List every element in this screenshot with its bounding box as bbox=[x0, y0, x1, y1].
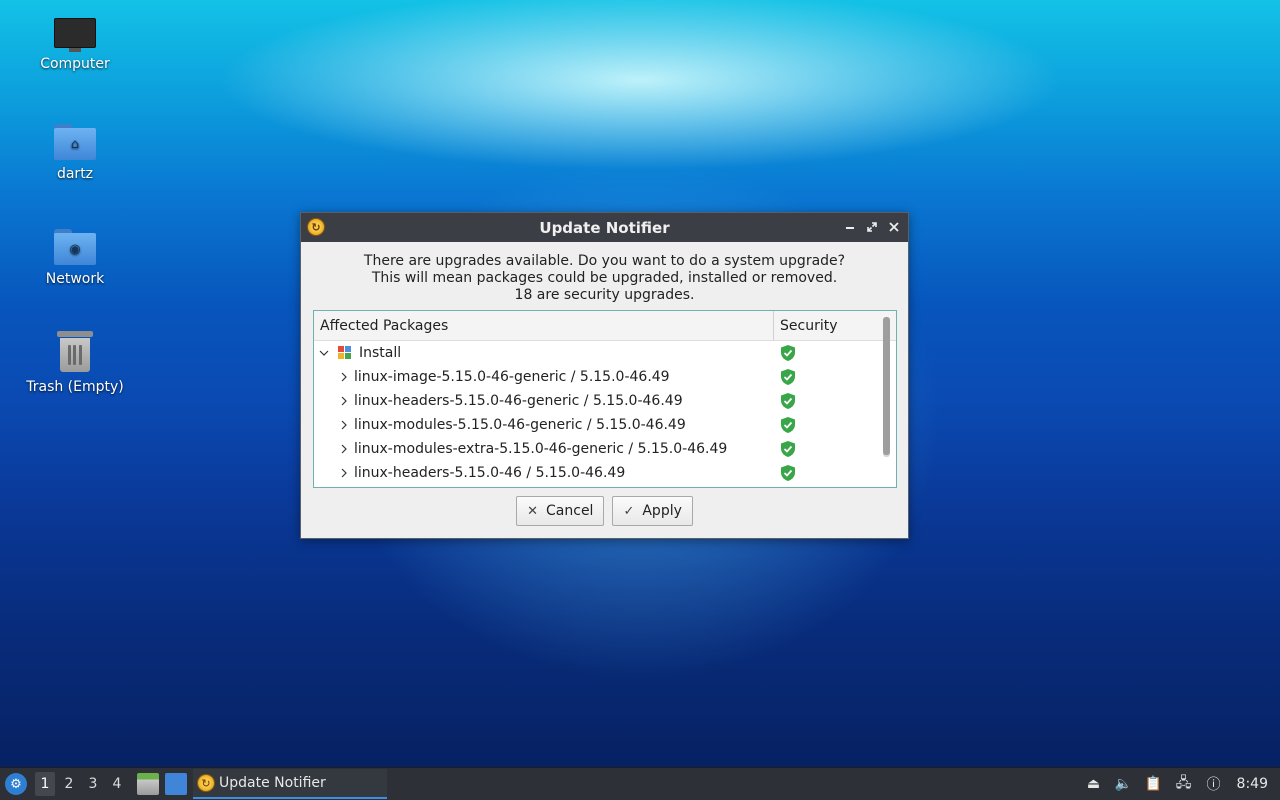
expander-closed-icon[interactable] bbox=[338, 443, 350, 455]
tree-rows: Install linux-image-5.15.0-46-generic / … bbox=[314, 341, 896, 485]
package-separator: / bbox=[521, 465, 536, 481]
file-manager-launcher-icon[interactable] bbox=[137, 773, 159, 795]
package-separator: / bbox=[582, 417, 597, 433]
update-notifier-icon: ↻ bbox=[307, 218, 325, 236]
package-name: linux-modules-5.15.0-46-generic bbox=[354, 417, 583, 433]
workspace-2[interactable]: 2 bbox=[59, 772, 79, 796]
expander-closed-icon[interactable] bbox=[338, 419, 350, 431]
window-titlebar[interactable]: ↻ Update Notifier bbox=[301, 213, 908, 242]
desktop-icon-label: Network bbox=[45, 271, 105, 287]
install-icon bbox=[338, 346, 352, 360]
expander-closed-icon[interactable] bbox=[338, 467, 350, 479]
close-icon bbox=[889, 222, 899, 232]
home-folder-icon: ⌂ bbox=[54, 124, 96, 160]
shield-check-icon bbox=[780, 368, 796, 390]
dialog-buttons: ✕ Cancel ✓ Apply bbox=[301, 496, 908, 526]
update-notifier-dialog: ↻ Update Notifier There are upgrades ava… bbox=[300, 212, 909, 539]
package-version: 5.15.0-46.49 bbox=[592, 393, 683, 409]
eject-icon[interactable]: ⏏ bbox=[1083, 773, 1105, 795]
dialog-message: There are upgrades available. Do you wan… bbox=[301, 242, 908, 304]
update-notification-icon[interactable]: ⓘ bbox=[1203, 773, 1225, 795]
tree-row-package[interactable]: linux-modules-5.15.0-46-generic / 5.15.0… bbox=[314, 413, 896, 437]
group-label: Install bbox=[359, 345, 402, 361]
desktop-icon-label: dartz bbox=[56, 166, 94, 182]
shield-check-icon bbox=[780, 392, 796, 414]
maximize-icon bbox=[867, 222, 877, 232]
package-name: linux-headers-5.15.0-46-generic bbox=[354, 393, 580, 409]
close-button[interactable] bbox=[886, 217, 902, 237]
workspace-4[interactable]: 4 bbox=[107, 772, 127, 796]
start-menu-icon[interactable]: ⚙ bbox=[5, 773, 27, 795]
package-separator: / bbox=[566, 369, 580, 385]
affected-packages-tree[interactable]: Affected Packages Security Install linux… bbox=[313, 310, 897, 488]
cancel-label: Cancel bbox=[546, 503, 594, 519]
expander-open-icon[interactable] bbox=[318, 347, 330, 359]
vertical-scrollbar[interactable] bbox=[883, 317, 890, 457]
package-separator: / bbox=[579, 393, 593, 409]
message-line: This will mean packages could be upgrade… bbox=[371, 270, 838, 286]
shield-check-icon bbox=[780, 416, 796, 438]
desktop: Computer ⌂ dartz ◉ Network Trash (Empty)… bbox=[0, 0, 1280, 800]
cancel-button[interactable]: ✕ Cancel bbox=[516, 496, 605, 526]
tree-row-package[interactable]: linux-image-5.15.0-46-generic / 5.15.0-4… bbox=[314, 365, 896, 389]
desktop-icon-trash[interactable]: Trash (Empty) bbox=[15, 331, 135, 395]
show-desktop-icon[interactable] bbox=[165, 773, 187, 795]
tree-row-package[interactable]: linux-headers-5.15.0-46-generic / 5.15.0… bbox=[314, 389, 896, 413]
package-version: 5.15.0-46.49 bbox=[637, 441, 728, 457]
minimize-button[interactable] bbox=[842, 217, 858, 237]
clock[interactable]: 8:49 bbox=[1237, 776, 1268, 792]
update-notifier-icon: ↻ bbox=[197, 774, 215, 792]
tree-row-install[interactable]: Install bbox=[314, 341, 896, 365]
clipboard-icon[interactable]: 📋 bbox=[1143, 773, 1165, 795]
desktop-icon-computer[interactable]: Computer bbox=[15, 18, 135, 72]
maximize-button[interactable] bbox=[864, 217, 880, 237]
task-label: Update Notifier bbox=[219, 775, 326, 791]
desktop-icon-label: Computer bbox=[40, 56, 110, 72]
tree-header: Affected Packages Security bbox=[314, 311, 896, 341]
desktop-icon-label: Trash (Empty) bbox=[26, 379, 124, 395]
apply-label: Apply bbox=[642, 503, 682, 519]
package-name: linux-modules-extra-5.15.0-46-generic bbox=[354, 441, 624, 457]
package-version: 5.15.0-46.49 bbox=[596, 417, 686, 433]
taskbar-task-update-notifier[interactable]: ↻ Update Notifier bbox=[193, 769, 387, 799]
shield-check-icon bbox=[780, 464, 796, 486]
workspace-3[interactable]: 3 bbox=[83, 772, 103, 796]
column-header-affected-packages[interactable]: Affected Packages bbox=[314, 311, 774, 340]
package-separator: / bbox=[623, 441, 638, 457]
apply-button[interactable]: ✓ Apply bbox=[612, 496, 693, 526]
computer-icon bbox=[54, 18, 96, 52]
scrollbar-thumb[interactable] bbox=[883, 317, 890, 455]
network-folder-icon: ◉ bbox=[54, 229, 96, 265]
desktop-icon-dartz[interactable]: ⌂ dartz bbox=[15, 124, 135, 182]
message-line: There are upgrades available. Do you wan… bbox=[363, 253, 846, 269]
network-icon[interactable]: 🖧 bbox=[1173, 773, 1195, 795]
expander-closed-icon[interactable] bbox=[338, 395, 350, 407]
package-version: 5.15.0-46.49 bbox=[535, 465, 626, 481]
taskbar: ⚙ 1 2 3 4 ↻ Update Notifier ⏏ 🔈 📋 🖧 ⓘ 8:… bbox=[0, 767, 1280, 800]
package-name: linux-image-5.15.0-46-generic bbox=[354, 369, 567, 385]
message-line: 18 are security upgrades. bbox=[514, 287, 695, 303]
package-version: 5.15.0-46.49 bbox=[579, 369, 670, 385]
package-name: linux-headers-5.15.0-46 bbox=[354, 465, 522, 481]
shield-check-icon bbox=[780, 440, 796, 462]
column-header-security[interactable]: Security bbox=[774, 311, 880, 340]
window-title: Update Notifier bbox=[539, 218, 670, 237]
tree-row-package[interactable]: linux-headers-5.15.0-46 / 5.15.0-46.49 bbox=[314, 461, 896, 485]
expander-closed-icon[interactable] bbox=[338, 371, 350, 383]
volume-icon[interactable]: 🔈 bbox=[1113, 773, 1135, 795]
shield-check-icon bbox=[780, 344, 796, 366]
minimize-icon bbox=[846, 227, 854, 229]
desktop-icon-network[interactable]: ◉ Network bbox=[15, 229, 135, 287]
tree-row-package[interactable]: linux-modules-extra-5.15.0-46-generic / … bbox=[314, 437, 896, 461]
workspace-1[interactable]: 1 bbox=[35, 772, 55, 796]
trash-icon bbox=[57, 331, 93, 373]
apply-check-icon: ✓ bbox=[623, 503, 635, 519]
cancel-x-icon: ✕ bbox=[527, 503, 539, 519]
system-tray: ⏏ 🔈 📋 🖧 ⓘ 8:49 bbox=[1083, 768, 1280, 800]
